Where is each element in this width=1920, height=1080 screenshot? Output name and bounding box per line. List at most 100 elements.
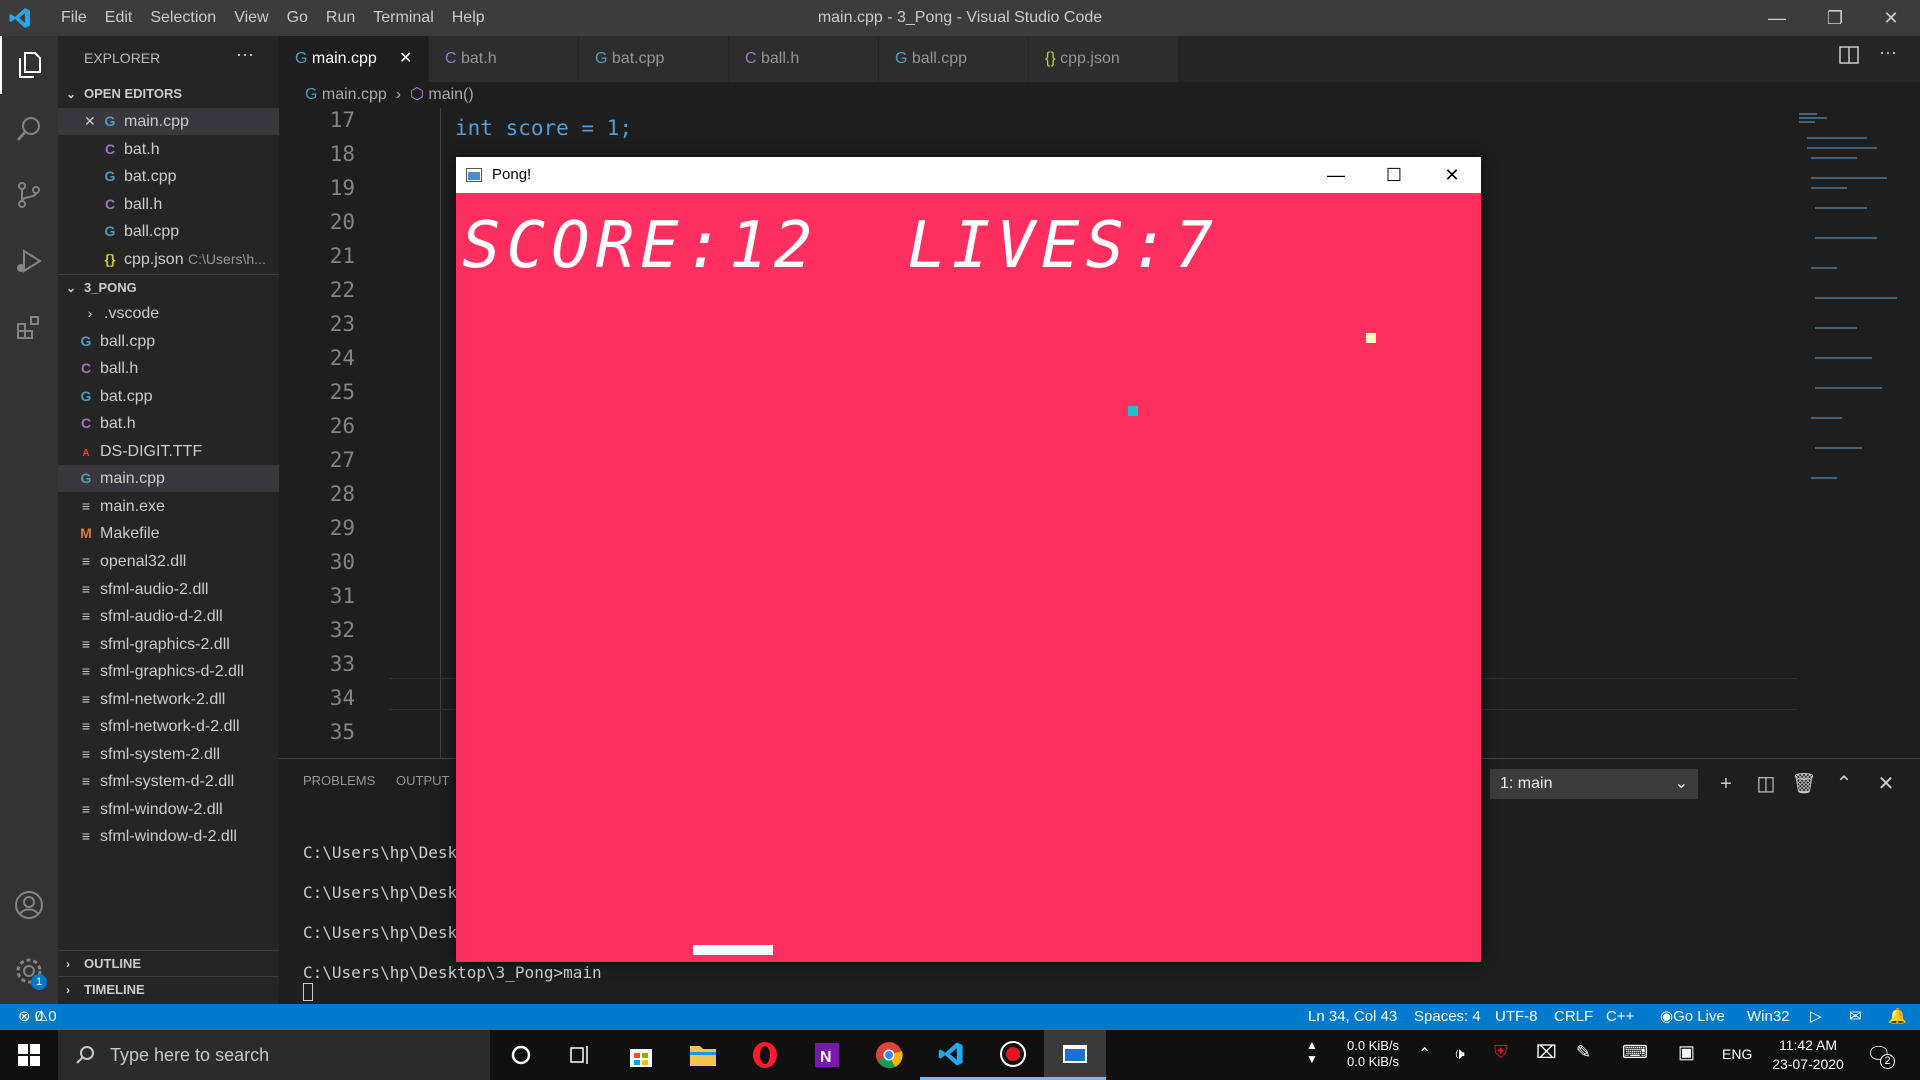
open-editor-bat-cpp[interactable]: Gbat.cpp <box>58 163 279 190</box>
task-view-button[interactable] <box>550 1030 612 1080</box>
tree-item-openal32[interactable]: ≡ openal32.dll <box>58 548 279 575</box>
tree-item-sfml-audio-d[interactable]: ≡ sfml-audio-d-2.dll <box>58 603 279 630</box>
menu-help[interactable]: Help <box>443 0 494 36</box>
tree-item-sfml-network[interactable]: ≡ sfml-network-2.dll <box>58 686 279 713</box>
cursor-position[interactable]: Ln 34, Col 43 <box>1308 1004 1397 1030</box>
language-mode[interactable]: C++ <box>1606 1004 1634 1030</box>
tree-item-ds-digit[interactable]: A DS-DIGIT.TTF <box>58 438 279 465</box>
taskbar-chrome[interactable] <box>858 1030 920 1080</box>
tree-item-bat-h[interactable]: Cbat.h <box>58 410 279 437</box>
pong-game-window[interactable]: Pong! — ☐ ✕ SCORE:12 LIVES:7 <box>456 157 1481 962</box>
pen-icon[interactable]: ✎ <box>1576 1042 1591 1063</box>
tree-item-sfml-window[interactable]: ≡ sfml-window-2.dll <box>58 796 279 823</box>
extensions-activity[interactable] <box>0 298 58 356</box>
antivirus-icon[interactable]: ⛨ <box>1494 1042 1508 1063</box>
menu-selection[interactable]: Selection <box>141 0 225 36</box>
tree-item-ball-h[interactable]: Cball.h <box>58 355 279 382</box>
tree-item-main-cpp[interactable]: Gmain.cpp <box>58 465 279 492</box>
new-terminal-icon[interactable]: + <box>1711 769 1741 799</box>
minimap[interactable] <box>1797 108 1907 758</box>
tab-ball-h[interactable]: C ball.h <box>729 36 879 82</box>
taskbar-search[interactable]: Type here to search <box>58 1030 490 1080</box>
explorer-activity[interactable] <box>0 36 58 94</box>
menu-run[interactable]: Run <box>317 0 364 36</box>
taskbar-opera[interactable] <box>734 1030 796 1080</box>
tablet-mode-icon[interactable]: ▣ <box>1678 1042 1695 1063</box>
tree-item-sfml-window-d[interactable]: ≡ sfml-window-d-2.dll <box>58 823 279 850</box>
open-editor-ball-h[interactable]: Cball.h <box>58 191 279 218</box>
run-debug-activity[interactable] <box>0 232 58 290</box>
tab-main-cpp[interactable]: G main.cpp ✕ <box>279 36 429 82</box>
tree-item-vscode[interactable]: › .vscode <box>58 300 279 327</box>
close-window-button[interactable]: ✕ <box>1862 0 1920 36</box>
minimize-button[interactable]: — <box>1748 0 1806 36</box>
tree-item-main-exe[interactable]: ≡ main.exe <box>58 493 279 520</box>
more-actions-icon[interactable]: ··· <box>1879 42 1897 63</box>
taskbar-store[interactable] <box>610 1030 672 1080</box>
pong-minimize-button[interactable]: — <box>1307 157 1365 193</box>
pong-title-bar[interactable]: Pong! — ☐ ✕ <box>456 157 1481 193</box>
cortana-button[interactable] <box>490 1030 552 1080</box>
timeline-section[interactable]: › TIMELINE <box>58 976 279 1002</box>
tab-output[interactable]: OUTPUT <box>396 773 449 788</box>
menu-terminal[interactable]: Terminal <box>364 0 442 36</box>
start-button[interactable] <box>0 1030 58 1080</box>
tab-ball-cpp[interactable]: G ball.cpp <box>879 36 1029 82</box>
tree-item-makefile[interactable]: M Makefile <box>58 520 279 547</box>
clock[interactable]: 11:42 AM 23-07-2020 <box>1768 1036 1848 1074</box>
taskbar-pong-app[interactable] <box>1044 1030 1106 1080</box>
open-editor-main-cpp[interactable]: ✕ Gmain.cpp <box>58 108 279 135</box>
close-tab-icon[interactable]: ✕ <box>399 36 412 82</box>
tree-item-sfml-graphics-d[interactable]: ≡ sfml-graphics-d-2.dll <box>58 658 279 685</box>
tree-item-sfml-audio[interactable]: ≡ sfml-audio-2.dll <box>58 576 279 603</box>
tab-bat-cpp[interactable]: G bat.cpp <box>579 36 729 82</box>
go-live-button[interactable]: ◉ Go Live <box>1660 1004 1725 1030</box>
breadcrumb-symbol[interactable]: main() <box>428 86 473 103</box>
menu-go[interactable]: Go <box>278 0 317 36</box>
problems-status[interactable]: ⊗ 0 ⚠ 0 <box>18 1004 57 1030</box>
menu-edit[interactable]: Edit <box>96 0 142 36</box>
keyboard-icon[interactable]: ⌨ <box>1622 1042 1648 1063</box>
tree-item-sfml-graphics[interactable]: ≡ sfml-graphics-2.dll <box>58 631 279 658</box>
source-control-activity[interactable] <box>0 166 58 224</box>
wifi-icon[interactable]: ⌧ <box>1536 1042 1557 1063</box>
tab-bat-h[interactable]: C bat.h <box>429 36 579 82</box>
search-activity[interactable] <box>0 100 58 158</box>
folder-section[interactable]: ⌄ 3_PONG <box>58 274 279 300</box>
close-icon[interactable]: ✕ <box>84 108 100 135</box>
tree-item-sfml-system[interactable]: ≡ sfml-system-2.dll <box>58 741 279 768</box>
volume-icon[interactable]: 🕩 <box>1454 1044 1465 1064</box>
breadcrumb-file[interactable]: main.cpp <box>322 86 387 103</box>
open-editors-section[interactable]: ⌄ OPEN EDITORS <box>58 81 279 107</box>
pong-close-button[interactable]: ✕ <box>1423 157 1481 193</box>
manage-activity[interactable]: 1 <box>0 942 58 1000</box>
chevron-up-icon[interactable]: ⌃ <box>1829 769 1859 799</box>
action-center-icon[interactable]: 🗨 2 <box>1866 1042 1895 1069</box>
taskbar-onenote[interactable]: N <box>796 1030 858 1080</box>
menu-file[interactable]: File <box>52 0 96 36</box>
tree-item-sfml-system-d[interactable]: ≡ sfml-system-d-2.dll <box>58 768 279 795</box>
notifications-icon[interactable]: 🔔 <box>1888 1004 1907 1030</box>
terminal-status-icon[interactable]: ▷ <box>1810 1004 1822 1030</box>
accounts-activity[interactable] <box>0 876 58 934</box>
indentation[interactable]: Spaces: 4 <box>1414 1004 1481 1030</box>
split-terminal-icon[interactable]: ◫ <box>1751 769 1781 799</box>
vscode-logo-icon[interactable] <box>8 6 32 30</box>
more-actions-icon[interactable]: ··· <box>236 44 254 65</box>
close-panel-icon[interactable]: ✕ <box>1871 769 1901 799</box>
taskbar-recorder[interactable] <box>982 1030 1044 1080</box>
terminal-select[interactable]: 1: main ⌄ <box>1490 769 1698 799</box>
open-editor-cpp-json[interactable]: {} cpp.json C:\Users\h... <box>58 246 279 273</box>
line-ending[interactable]: CRLF <box>1554 1004 1593 1030</box>
outline-section[interactable]: › OUTLINE <box>58 950 279 976</box>
taskbar-file-explorer[interactable] <box>672 1030 734 1080</box>
open-editor-ball-cpp[interactable]: Gball.cpp <box>58 218 279 245</box>
tree-item-sfml-network-d[interactable]: ≡ sfml-network-d-2.dll <box>58 713 279 740</box>
feedback-icon[interactable]: ✉ <box>1849 1004 1862 1030</box>
tree-item-bat-cpp[interactable]: Gbat.cpp <box>58 383 279 410</box>
menu-view[interactable]: View <box>225 0 277 36</box>
tree-item-ball-cpp[interactable]: Gball.cpp <box>58 328 279 355</box>
taskbar-vscode[interactable] <box>920 1030 982 1080</box>
chevron-up-icon[interactable]: ⌃ <box>1418 1044 1431 1064</box>
platform[interactable]: Win32 <box>1747 1004 1790 1030</box>
